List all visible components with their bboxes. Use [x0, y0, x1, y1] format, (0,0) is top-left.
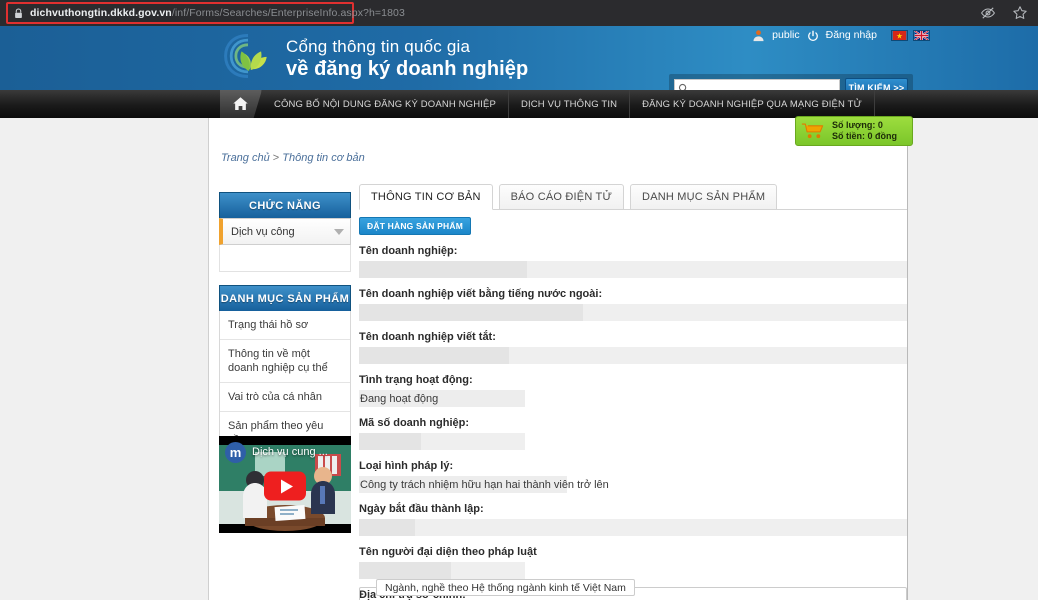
eye-off-icon[interactable] [980, 5, 996, 21]
sidebar-functions-title: CHỨC NĂNG [219, 192, 351, 218]
uk-flag-icon[interactable] [913, 30, 930, 41]
sidebar-spacer [219, 272, 351, 285]
avatar: m [225, 442, 246, 463]
promo-video[interactable]: m Dịch vụ cung ... [219, 436, 351, 533]
field-value-redacted [359, 562, 907, 579]
field-value-row: Đang hoạt động [359, 390, 907, 407]
lock-icon [14, 8, 23, 19]
field-ten-tieng-nuoc-ngoai: Tên doanh nghiệp viết bằng tiếng nước ng… [359, 287, 907, 321]
breadcrumb-home[interactable]: Trang chủ [221, 152, 270, 164]
field-label: Tên doanh nghiệp: [359, 244, 907, 258]
site-header: Cổng thông tin quốc gia về đăng ký doanh… [0, 26, 1038, 90]
nav-items: CÔNG BỐ NỘI DUNG ĐĂNG KÝ DOANH NGHIỆP DỊ… [220, 90, 875, 118]
field-tinh-trang-hoat-dong: Tình trạng hoạt động: Đang hoạt động [359, 373, 907, 407]
play-triangle [281, 479, 293, 493]
sidebar-item-trang-thai-ho-so[interactable]: Trạng thái hồ sơ [220, 311, 350, 340]
field-label: Tên doanh nghiệp viết tắt: [359, 330, 907, 344]
sidebar-item-thong-tin-doanh-nghiep[interactable]: Thông tin về một doanh nghiệp cụ thể [220, 340, 350, 383]
cart-summary: Số lượng: 0 Số tiền: 0 đồng [832, 120, 897, 142]
content-frame: Trang chủ > Thông tin cơ bản CHỨC NĂNG D… [208, 118, 908, 600]
browser-actions [980, 0, 1028, 26]
tab-bao-cao-dien-tu[interactable]: BÁO CÁO ĐIỆN TỬ [499, 184, 624, 210]
vietnam-flag-icon[interactable] [891, 30, 908, 41]
field-value-redacted [359, 261, 907, 278]
sidebar-functions-body [219, 245, 351, 272]
nav-item-dich-vu-thong-tin[interactable]: DỊCH VỤ THÔNG TIN [509, 90, 630, 118]
account-name: public [772, 29, 799, 42]
nav-home-button[interactable] [220, 90, 262, 118]
star-icon[interactable] [1012, 5, 1028, 21]
tab-danh-muc-san-pham[interactable]: DANH MỤC SẢN PHẨM [630, 184, 777, 210]
nav-item-cong-bo[interactable]: CÔNG BỐ NỘI DUNG ĐĂNG KÝ DOANH NGHIỆP [262, 90, 509, 118]
power-icon[interactable] [807, 30, 819, 42]
sidebar-catalog-title: DANH MỤC SẢN PHẨM [219, 285, 351, 311]
cart-badge[interactable]: Số lượng: 0 Số tiền: 0 đồng [795, 116, 913, 146]
login-link[interactable]: Đăng nhập [826, 29, 877, 42]
home-icon [232, 96, 249, 112]
nav-item-dang-ky-qua-mang[interactable]: ĐĂNG KÝ DOANH NGHIỆP QUA MẠNG ĐIỆN TỬ [630, 90, 875, 118]
field-ten-doanh-nghiep: Tên doanh nghiệp: [359, 244, 907, 278]
field-ngay-bat-dau-thanh-lap: Ngày bắt đầu thành lập: [359, 502, 907, 536]
browser-toolbar: dichvuthongtin.dkkd.gov.vn/inf/Forms/Sea… [0, 0, 1038, 26]
site-title-line1: Cổng thông tin quốc gia [286, 36, 528, 57]
breadcrumb-current: Thông tin cơ bản [282, 152, 364, 164]
industry-fieldset: Ngành, nghề theo Hệ thống ngành kinh tế … [359, 587, 907, 600]
video-header: m Dịch vụ cung ... [219, 436, 351, 468]
field-ma-so-doanh-nghiep: Mã số doanh nghiệp: [359, 416, 907, 450]
field-value: Công ty trách nhiệm hữu hạn hai thành vi… [360, 476, 609, 493]
order-product-button[interactable]: ĐẶT HÀNG SẢN PHẨM [359, 217, 471, 235]
breadcrumb-separator: > [273, 152, 279, 164]
left-gutter [0, 118, 208, 600]
field-ten-viet-tat: Tên doanh nghiệp viết tắt: [359, 330, 907, 364]
tab-thong-tin-co-ban[interactable]: THÔNG TIN CƠ BẢN [359, 184, 493, 210]
field-label: Tên doanh nghiệp viết bằng tiếng nước ng… [359, 287, 907, 301]
field-value: Đang hoạt động [360, 390, 438, 407]
breadcrumb: Trang chủ > Thông tin cơ bản [221, 152, 365, 164]
address-bar-text: dichvuthongtin.dkkd.gov.vn/inf/Forms/Sea… [30, 8, 405, 19]
youtube-play-icon[interactable] [264, 472, 306, 501]
person-icon [752, 29, 765, 42]
content-tabs: THÔNG TIN CƠ BẢN BÁO CÁO ĐIỆN TỬ DANH MỤ… [359, 184, 907, 210]
shopping-cart-icon [801, 121, 827, 141]
language-switcher [891, 30, 930, 41]
field-value-redacted [359, 433, 907, 450]
field-value-redacted [359, 347, 907, 364]
main-panel: THÔNG TIN CƠ BẢN BÁO CÁO ĐIỆN TỬ DANH MỤ… [359, 184, 907, 600]
leaf-logo-icon [220, 28, 276, 84]
field-value-redacted [359, 304, 907, 321]
field-label: Tên người đại diện theo pháp luật [359, 545, 907, 559]
video-title: Dịch vụ cung ... [252, 446, 328, 458]
field-nguoi-dai-dien-phap-luat: Tên người đại diện theo pháp luật [359, 545, 907, 579]
cart-quantity: Số lượng: 0 [832, 120, 897, 131]
page-body: Cổng thông tin quốc gia về đăng ký doanh… [0, 26, 1038, 600]
url-domain: dichvuthongtin.dkkd.gov.vn [30, 7, 172, 19]
right-gutter [908, 118, 1038, 600]
site-logo[interactable]: Cổng thông tin quốc gia về đăng ký doanh… [220, 28, 528, 84]
field-value-row: Công ty trách nhiệm hữu hạn hai thành vi… [359, 476, 907, 493]
sidebar-item-vai-tro-ca-nhan[interactable]: Vai trò của cá nhân [220, 383, 350, 412]
field-label: Ngày bắt đầu thành lập: [359, 502, 907, 516]
field-label: Tình trạng hoạt động: [359, 373, 907, 387]
sidebar: CHỨC NĂNG Dịch vụ công DANH MỤC SẢN PHẨM… [219, 192, 351, 455]
account-bar: public Đăng nhập [752, 29, 930, 42]
site-title-block: Cổng thông tin quốc gia về đăng ký doanh… [286, 32, 528, 81]
industry-fieldset-legend: Ngành, nghề theo Hệ thống ngành kinh tế … [376, 579, 635, 596]
field-loai-hinh-phap-ly: Loại hình pháp lý: Công ty trách nhiệm h… [359, 459, 907, 493]
field-value-redacted [359, 519, 907, 536]
public-service-dropdown-value: Dịch vụ công [231, 226, 295, 238]
field-label: Loại hình pháp lý: [359, 459, 907, 473]
chevron-down-icon [334, 229, 344, 235]
field-label: Mã số doanh nghiệp: [359, 416, 907, 430]
url-path: /inf/Forms/Searches/EnterpriseInfo.aspx?… [172, 7, 405, 19]
cart-total: Số tiền: 0 đồng [832, 131, 897, 142]
main-navigation: CÔNG BỐ NỘI DUNG ĐĂNG KÝ DOANH NGHIỆP DỊ… [0, 90, 1038, 118]
public-service-dropdown[interactable]: Dịch vụ công [219, 218, 351, 245]
sidebar-catalog-list: Trạng thái hồ sơ Thông tin về một doanh … [219, 311, 351, 455]
address-bar[interactable]: dichvuthongtin.dkkd.gov.vn/inf/Forms/Sea… [6, 2, 354, 24]
site-title-line2: về đăng ký doanh nghiệp [286, 57, 528, 81]
